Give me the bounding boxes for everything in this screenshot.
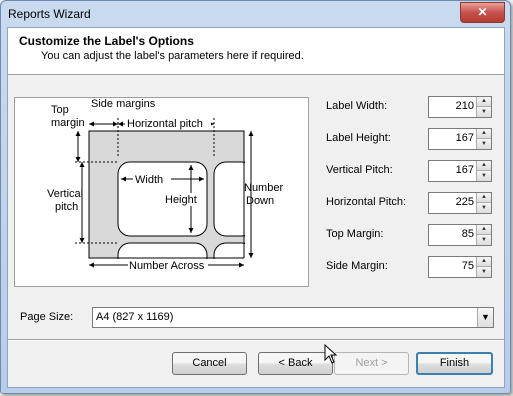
title-bar[interactable]: Reports Wizard ✕ bbox=[1, 1, 510, 27]
page-size-label: Page Size: bbox=[20, 311, 74, 323]
horizontal-pitch-value[interactable]: 225 bbox=[456, 196, 474, 208]
window-title: Reports Wizard bbox=[8, 7, 91, 21]
vertical-pitch-value[interactable]: 167 bbox=[456, 164, 474, 176]
top-margin-spinner[interactable]: 85 ▲ ▼ bbox=[428, 224, 492, 246]
spin-up-icon[interactable]: ▲ bbox=[477, 225, 491, 235]
label-width-row: Label Width: 210 ▲ ▼ bbox=[8, 96, 504, 118]
label-height-row: Label Height: 167 ▲ ▼ bbox=[8, 128, 504, 150]
page-size-value: A4 (827 x 1169) bbox=[96, 311, 174, 323]
spin-down-icon[interactable]: ▼ bbox=[477, 267, 491, 277]
side-margin-field-label: Side Margin: bbox=[326, 260, 388, 272]
wizard-header: Customize the Label's Options You can ad… bbox=[8, 28, 504, 75]
cancel-button[interactable]: Cancel bbox=[172, 352, 247, 375]
label-width-label: Label Width: bbox=[326, 100, 388, 112]
spin-buttons: ▲ ▼ bbox=[476, 257, 491, 277]
page-subtitle: You can adjust the label's parameters he… bbox=[41, 50, 304, 62]
button-separator bbox=[8, 339, 504, 341]
side-margin-value[interactable]: 75 bbox=[462, 260, 474, 272]
horizontal-pitch-field-label: Horizontal Pitch: bbox=[326, 196, 407, 208]
top-margin-row: Top Margin: 85 ▲ ▼ bbox=[8, 224, 504, 246]
horizontal-pitch-spinner[interactable]: 225 ▲ ▼ bbox=[428, 192, 492, 214]
label-width-value[interactable]: 210 bbox=[456, 100, 474, 112]
close-button[interactable]: ✕ bbox=[460, 2, 505, 23]
spin-buttons: ▲ ▼ bbox=[476, 129, 491, 149]
label-height-spinner[interactable]: 167 ▲ ▼ bbox=[428, 128, 492, 150]
back-button[interactable]: < Back bbox=[258, 352, 333, 375]
spin-buttons: ▲ ▼ bbox=[476, 97, 491, 117]
reports-wizard-window: Reports Wizard ✕ Customize the Label's O… bbox=[0, 0, 511, 394]
side-margin-row: Side Margin: 75 ▲ ▼ bbox=[8, 256, 504, 278]
wizard-client-area: Customize the Label's Options You can ad… bbox=[7, 27, 505, 388]
chevron-down-icon[interactable]: ▼ bbox=[477, 308, 493, 327]
page-size-dropdown[interactable]: A4 (827 x 1169) ▼ bbox=[92, 307, 494, 328]
next-button[interactable]: Next > bbox=[334, 352, 409, 375]
spin-down-icon[interactable]: ▼ bbox=[477, 171, 491, 181]
top-margin-value[interactable]: 85 bbox=[462, 228, 474, 240]
vertical-pitch-spinner[interactable]: 167 ▲ ▼ bbox=[428, 160, 492, 182]
spin-up-icon[interactable]: ▲ bbox=[477, 193, 491, 203]
label-height-value[interactable]: 167 bbox=[456, 132, 474, 144]
top-margin-field-label: Top Margin: bbox=[326, 228, 384, 240]
label-height-label: Label Height: bbox=[326, 132, 391, 144]
mouse-cursor-icon bbox=[324, 344, 338, 364]
close-icon: ✕ bbox=[477, 5, 488, 19]
spin-up-icon[interactable]: ▲ bbox=[477, 97, 491, 107]
spin-buttons: ▲ ▼ bbox=[476, 193, 491, 213]
spin-down-icon[interactable]: ▼ bbox=[477, 107, 491, 117]
spin-down-icon[interactable]: ▼ bbox=[477, 235, 491, 245]
finish-button[interactable]: Finish bbox=[416, 352, 493, 375]
label-width-spinner[interactable]: 210 ▲ ▼ bbox=[428, 96, 492, 118]
spin-buttons: ▲ ▼ bbox=[476, 161, 491, 181]
spin-down-icon[interactable]: ▼ bbox=[477, 203, 491, 213]
page-title: Customize the Label's Options bbox=[19, 34, 194, 48]
vertical-pitch-row: Vertical Pitch: 167 ▲ ▼ bbox=[8, 160, 504, 182]
spin-up-icon[interactable]: ▲ bbox=[477, 129, 491, 139]
side-margin-spinner[interactable]: 75 ▲ ▼ bbox=[428, 256, 492, 278]
spin-buttons: ▲ ▼ bbox=[476, 225, 491, 245]
horizontal-pitch-row: Horizontal Pitch: 225 ▲ ▼ bbox=[8, 192, 504, 214]
spin-down-icon[interactable]: ▼ bbox=[477, 139, 491, 149]
spin-up-icon[interactable]: ▲ bbox=[477, 161, 491, 171]
spin-up-icon[interactable]: ▲ bbox=[477, 257, 491, 267]
vertical-pitch-field-label: Vertical Pitch: bbox=[326, 164, 393, 176]
